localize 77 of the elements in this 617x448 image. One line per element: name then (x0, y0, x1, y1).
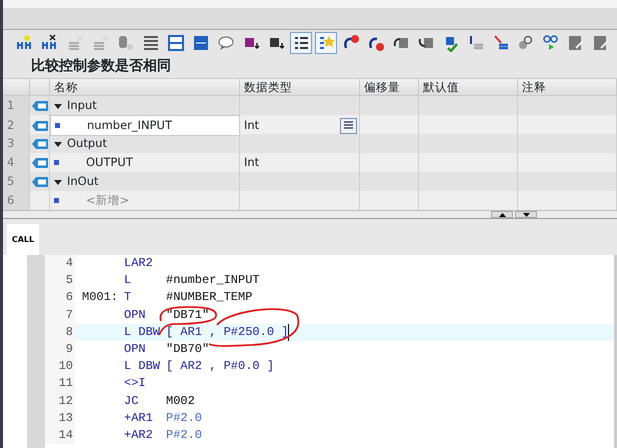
operand: #NUMBER_TEMP (166, 289, 252, 306)
edit-block-icon (592, 34, 610, 52)
variable-name: OUTPUT (85, 154, 133, 171)
instruction: L (124, 273, 132, 288)
instruction: LAR2 (124, 256, 153, 270)
line-number: 9 (45, 340, 75, 358)
operand: P#2.0 (166, 426, 202, 444)
edit-block-icon (567, 34, 585, 52)
down-arrow-icon (522, 212, 530, 216)
toolbar-button[interactable] (315, 32, 337, 54)
variable-name: number_INPUT (86, 117, 172, 134)
speech-bubble-icon (217, 34, 235, 52)
instruction: +AR2 (124, 428, 153, 442)
data-type-text: Int (244, 117, 260, 134)
expanded-arrow-icon[interactable] (54, 140, 62, 148)
instruction: OPN (124, 342, 146, 356)
operand: "DB70" (166, 340, 210, 358)
row-number: 5 (3, 172, 30, 191)
instruction: +AR1 (124, 410, 153, 425)
operand: [ AR1 , P#250.0 ] (166, 324, 290, 341)
line-number: 12 (45, 392, 75, 410)
instruction: JC (124, 394, 138, 408)
tag-icon (32, 176, 48, 186)
instruction: OPN (124, 308, 146, 322)
operand: #number_INPUT (166, 272, 260, 290)
row-number: 4 (3, 153, 30, 172)
scroll-down-button[interactable] (515, 211, 537, 218)
section-name: InOut (67, 173, 99, 190)
bullet-icon (54, 198, 59, 203)
row-number: 2 (3, 115, 30, 136)
bar-stack-icon (467, 34, 485, 52)
toolbar-button[interactable] (290, 32, 312, 54)
line-number: 8 (45, 324, 75, 341)
lines-icon (142, 34, 160, 52)
operand: M002 (166, 392, 195, 410)
data-type-text: Int (244, 154, 260, 171)
operand: "DB71" (166, 306, 210, 324)
glasses-play-icon (542, 34, 560, 52)
row-number: 3 (3, 134, 30, 153)
instruction: T (124, 290, 132, 304)
up-arrow-icon (498, 212, 506, 216)
panel-icon (192, 34, 210, 52)
browse-button[interactable] (340, 118, 357, 134)
tag-icon (32, 158, 48, 168)
instruction: L DBW (124, 359, 160, 374)
tag-icon (32, 120, 48, 130)
line-number: 7 (45, 306, 75, 324)
line-number: 5 (45, 272, 75, 290)
code-label: M001: (82, 290, 118, 304)
tag-icon (32, 138, 48, 148)
section-name: Input (67, 97, 97, 114)
operand: P#2.0 (166, 410, 202, 427)
line-number: 11 (45, 375, 75, 392)
cylinder-icon (117, 34, 135, 52)
star-list-icon (317, 34, 335, 52)
operand: [ AR2 , P#0.0 ] (166, 358, 274, 376)
line-number: 6 (45, 289, 75, 307)
tab[interactable]: CALL (7, 224, 39, 256)
row-number: 1 (3, 96, 30, 115)
expanded-arrow-icon[interactable] (54, 102, 62, 110)
instruction: <>I (124, 376, 146, 390)
line-number: 13 (45, 410, 75, 427)
instruction: L DBW (124, 324, 160, 339)
tag-icon (32, 100, 48, 110)
block-title: 比较控制参数是否相同 (3, 55, 617, 78)
window-icon (167, 34, 185, 52)
line-number: 4 (45, 255, 75, 272)
expanded-arrow-icon[interactable] (54, 178, 62, 186)
section-name: Output (67, 135, 107, 152)
bar-stack-icon (492, 34, 510, 52)
scroll-up-button[interactable] (491, 211, 513, 218)
list-icon (344, 120, 353, 130)
bullet-icon (54, 160, 59, 165)
row-number: 6 (3, 191, 30, 210)
line-number: 10 (45, 358, 75, 376)
bullet-icon (55, 123, 60, 128)
line-number: 14 (45, 426, 75, 444)
